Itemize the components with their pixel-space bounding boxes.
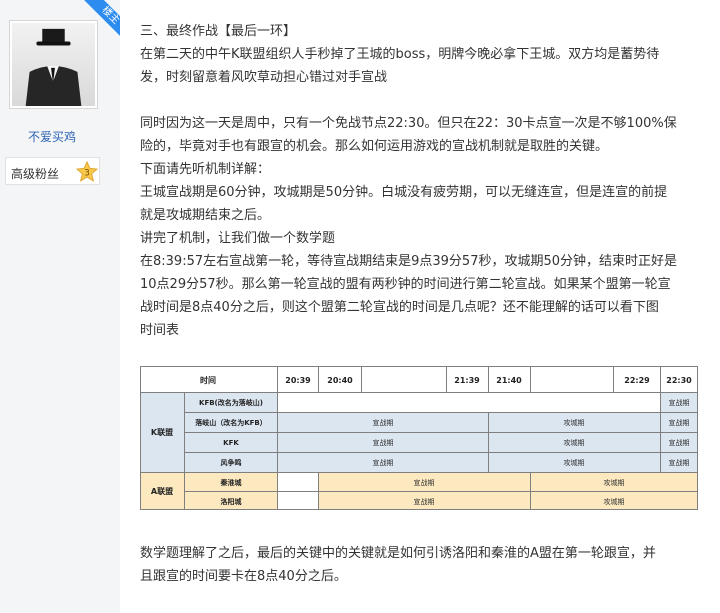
group-a: A联盟 (151, 486, 173, 496)
row-name: 风争鸣 (221, 458, 242, 467)
header-t1: 20:39 (285, 376, 311, 385)
post-line: 讲完了机制，让我们做一个数学题 (140, 231, 336, 246)
row-name: 落岐山（改名为KFB） (195, 418, 267, 427)
period-cell: 宣战期 (414, 478, 435, 487)
post-closing: 数学题理解了之后，最后的关键中的关键就是如何引诱洛阳和秦淮的A盟在第一轮跟宣，并… (140, 542, 656, 588)
row-name: 洛阳城 (221, 497, 242, 506)
period-cell: 宣战期 (373, 438, 394, 447)
star-icon: 3 (76, 161, 98, 182)
period-cell: 宣战期 (669, 438, 690, 447)
post-line: 发，时刻留意着风吹草动担心错过对手宣战 (140, 70, 388, 85)
author-name[interactable]: 不爱买鸡 (0, 128, 104, 145)
post-line: 时间表 (140, 323, 180, 338)
period-cell: 宣战期 (373, 458, 394, 467)
period-cell: 攻城期 (564, 458, 585, 467)
period-cell: 宣战期 (373, 418, 394, 427)
post-body: 三、最终作战【最后一环】 在第二天的中午K联盟组织人手秒掉了王城的boss，明牌… (140, 20, 710, 342)
post-line: 就是攻城期结束之后。 (140, 208, 271, 223)
period-cell: 攻城期 (564, 438, 585, 447)
period-cell: 宣战期 (669, 398, 690, 407)
post-line: 在8:39:57左右宣战第一轮，等待宣战期结束是9点39分57秒，攻城期50分钟… (140, 254, 678, 269)
period-cell: 宣战期 (414, 497, 435, 506)
period-cell: 攻城期 (564, 418, 585, 427)
row-name: 秦淮城 (220, 478, 242, 487)
period-cell: 攻城期 (604, 478, 625, 487)
fan-level-badge[interactable]: 高级粉丝 3 (5, 157, 100, 185)
header-t2: 20:40 (327, 376, 353, 385)
author-sidebar: 楼主 不爱买鸡 高级粉丝 3 (0, 0, 120, 613)
row-name: KFK (223, 439, 239, 447)
post-line: 在第二天的中午K联盟组织人手秒掉了王城的boss，明牌今晚必拿下王城。双方均是蓄… (140, 47, 660, 62)
post-line: 险的，毕竟对手也有跟宣的机会。那么如何运用游戏的宣战机制就是取胜的关键。 (140, 139, 609, 154)
header-t6: 22:30 (666, 376, 692, 385)
post-line: 10点29分57秒。那么第一轮宣战的盟有两秒钟的时间进行第二轮宣战。如果某个盟第… (140, 277, 671, 292)
timetable-figure: 时间 20:39 20:40 21:39 21:40 22:29 22:30 K… (140, 366, 698, 510)
op-badge: 楼主 (82, 0, 120, 38)
post-line: 数学题理解了之后，最后的关键中的关键就是如何引诱洛阳和秦淮的A盟在第一轮跟宣，并 (140, 546, 656, 561)
op-badge-label: 楼主 (83, 0, 120, 38)
post-line: 战时间是8点40分之后，则这个盟第二轮宣战的时间是几点呢？还不能理解的话可以看下… (140, 300, 659, 315)
timetable-image[interactable]: 时间 20:39 20:40 21:39 21:40 22:29 22:30 K… (140, 366, 700, 512)
header-t4: 21:40 (496, 376, 522, 385)
fan-level-label: 高级粉丝 (11, 167, 60, 181)
timetable-fills (140, 392, 698, 510)
period-cell: 攻城期 (604, 497, 625, 506)
row-name: KFB(改名为落岐山) (199, 398, 263, 407)
post-line: 下面请先听机制详解： (140, 162, 271, 177)
post-line: 王城宣战期是60分钟，攻城期是50分钟。白城没有疲劳期，可以无缝连宣，但是连宣的… (140, 185, 668, 200)
fan-level-number: 3 (84, 169, 90, 179)
group-k: K联盟 (151, 427, 173, 437)
header-t5: 22:29 (624, 376, 650, 385)
period-cell: 宣战期 (669, 418, 690, 427)
post-line: 三、最终作战【最后一环】 (140, 24, 297, 39)
header-time: 时间 (200, 375, 216, 385)
header-t3: 21:39 (454, 376, 480, 385)
post-line: 且跟宣的时间要卡在8点40分之后。 (140, 569, 347, 584)
period-cell: 宣战期 (669, 458, 690, 467)
post-line: 同时因为这一天是周中，只有一个免战节点22:30。但只在22：30卡点宣一次是不… (140, 116, 677, 131)
